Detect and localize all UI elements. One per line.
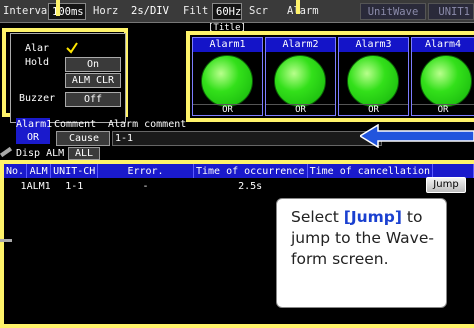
alarm-lamp-icon <box>347 55 399 107</box>
cause-button[interactable]: Cause <box>56 131 110 146</box>
interval-label: Interval <box>3 5 54 17</box>
note-text: jump to the Wave- <box>291 229 434 247</box>
alarm-indicator-2: Alarm2 OR <box>265 37 336 116</box>
cause-value[interactable]: 1-1 <box>112 131 382 146</box>
buzzer-label: Buzzer <box>19 93 56 104</box>
alarm-lamp-icon <box>201 55 253 107</box>
selected-alarm-name[interactable]: Alarm1 <box>16 118 52 131</box>
arrow-left-icon <box>360 124 474 148</box>
filt-label: Filt <box>183 5 209 17</box>
alarm-lamp-icon <box>274 55 326 107</box>
pointer-line <box>0 146 13 158</box>
hold-toggle[interactable]: On <box>65 57 121 72</box>
alarm-status: OR <box>193 104 262 115</box>
unitwave-button[interactable]: UnitWave <box>360 3 426 20</box>
alarm-name: Alarm2 <box>266 38 335 52</box>
disp-alm-label: Disp ALM <box>16 148 65 159</box>
callout-line <box>56 0 60 16</box>
alarm-name: Alarm3 <box>339 38 408 52</box>
filt-value[interactable]: 60Hz <box>212 3 242 20</box>
alarm-settings-panel: Alar Hold On ALM CLR Buzzer Off <box>10 33 126 123</box>
horz-value[interactable]: 2s/DIV <box>128 3 178 20</box>
unit-selector[interactable]: UNIT1 <box>428 3 474 20</box>
selected-alarm-status: OR <box>16 131 50 144</box>
alarm-enable-checkbox[interactable] <box>65 40 79 54</box>
note-jump-highlight: [Jump] <box>343 208 402 226</box>
alarm-indicator-3: Alarm3 OR <box>338 37 409 116</box>
alarm-lamp-icon <box>420 55 472 107</box>
alarm-status: OR <box>339 104 408 115</box>
top-status-bar: Interval 100ms Horz 2s/DIV Filt 60Hz Scr… <box>0 0 474 23</box>
alarm-enable-label: Alar <box>25 43 50 54</box>
alarm-screen-label[interactable]: Alarm <box>284 3 334 20</box>
alarm-indicator-4: Alarm4 OR <box>411 37 474 116</box>
screen-label: Scr <box>249 5 268 17</box>
hold-label: Hold <box>25 57 50 68</box>
note-text: form screen. <box>291 250 389 268</box>
instruction-note: Select [Jump] to jump to the Wave- form … <box>276 198 447 308</box>
alarm-name: Alarm4 <box>412 38 474 52</box>
check-icon <box>66 42 78 54</box>
alarm-status: OR <box>266 104 335 115</box>
callout-line <box>296 0 300 14</box>
jump-button[interactable]: Jump <box>426 177 466 193</box>
alarm-status: OR <box>412 104 474 115</box>
comment-label: Comment <box>54 119 97 130</box>
note-text: Select <box>291 208 344 226</box>
interval-value[interactable]: 100ms <box>48 3 86 20</box>
horz-label: Horz <box>93 5 119 17</box>
alarm-name: Alarm1 <box>193 38 262 52</box>
note-text: to <box>401 208 423 226</box>
disp-alm-selector[interactable]: ALL <box>68 147 100 160</box>
buzzer-toggle[interactable]: Off <box>65 92 121 107</box>
pointer-line <box>0 239 12 242</box>
alarm-indicator-1: Alarm1 OR <box>192 37 263 116</box>
alarm-comment-label: Alarm comment <box>108 119 187 130</box>
alm-clr-button[interactable]: ALM CLR <box>65 73 121 88</box>
